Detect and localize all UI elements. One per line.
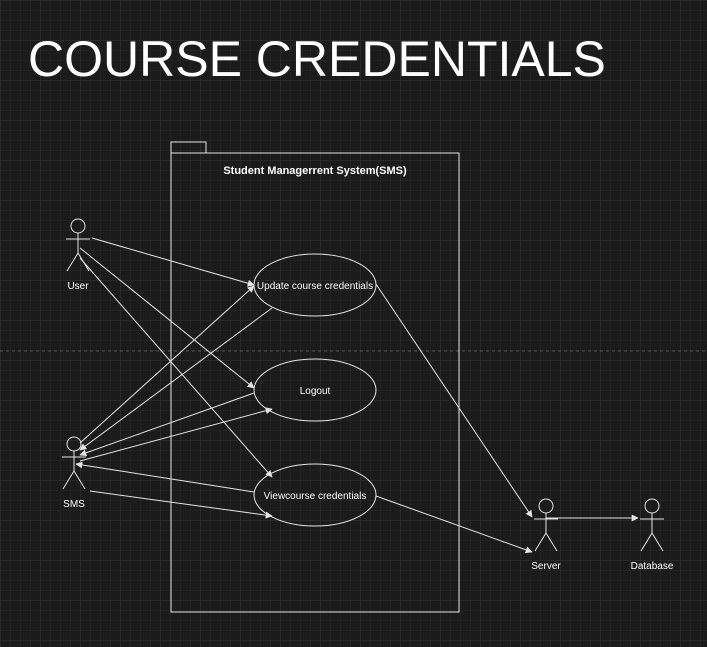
edge-view-sms — [75, 461, 255, 493]
system-label: Student Managerrent System(SMS) — [223, 165, 407, 177]
system-boundary[interactable]: Student Managerrent System(SMS) — [170, 141, 460, 613]
package-tab — [170, 141, 207, 154]
edge-sms-view — [89, 490, 273, 519]
edge-update-server — [375, 283, 533, 518]
edge-view-server — [375, 495, 533, 554]
edge-user-view — [79, 257, 273, 478]
actor-server[interactable]: Server — [531, 498, 561, 572]
package-body — [170, 152, 460, 613]
edge-logout-sms — [79, 392, 255, 457]
edge-user-update — [91, 237, 255, 287]
use-case-logout-label: Logout — [300, 386, 331, 397]
use-case-update-label: Update course credentials — [257, 281, 373, 292]
actor-sms-label: SMS — [63, 499, 85, 510]
actor-server-label: Server — [531, 561, 561, 572]
use-case-view[interactable]: Viewcourse credentials — [253, 463, 377, 527]
use-case-view-label: Viewcourse credentials — [264, 491, 367, 502]
edge-user-logout — [79, 247, 255, 389]
actor-sms-figure-icon — [62, 436, 86, 490]
actor-user-figure-icon — [66, 218, 90, 272]
actor-server-figure-icon — [534, 498, 558, 552]
actor-database-label: Database — [631, 561, 674, 572]
use-case-logout[interactable]: Logout — [253, 358, 377, 422]
actor-database-figure-icon — [640, 498, 664, 552]
use-case-update[interactable]: Update course credentials — [253, 253, 377, 317]
actor-user[interactable]: User — [66, 218, 90, 292]
actor-database[interactable]: Database — [631, 498, 674, 572]
actor-user-label: User — [67, 281, 89, 292]
edge-sms-update — [79, 285, 255, 444]
diagram-title: COURSE CREDENTIALS — [28, 31, 606, 87]
use-case-diagram: COURSE CREDENTIALS Student Managerrent S… — [0, 31, 707, 613]
